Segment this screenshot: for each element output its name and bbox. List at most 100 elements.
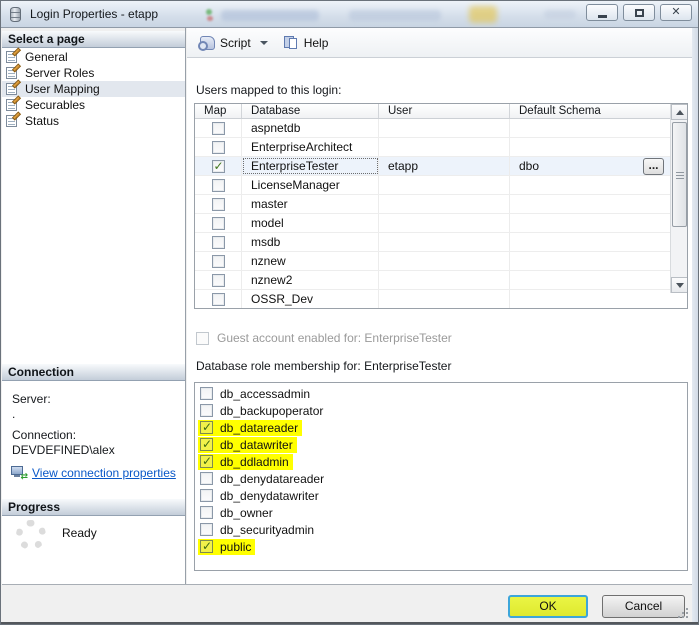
table-row[interactable]: EnterpriseTester etapp dbo ... xyxy=(195,157,670,176)
help-button-label: Help xyxy=(304,36,329,50)
user-cell[interactable] xyxy=(379,176,510,194)
table-row[interactable]: LicenseManager xyxy=(195,176,670,195)
schema-cell[interactable] xyxy=(510,271,670,289)
schema-cell[interactable] xyxy=(510,119,670,137)
role-item[interactable]: db_datawriter xyxy=(195,436,687,453)
table-row[interactable]: nznew xyxy=(195,252,670,271)
schema-cell[interactable] xyxy=(510,290,670,308)
role-item[interactable]: db_denydatareader xyxy=(195,470,687,487)
map-checkbox[interactable] xyxy=(212,122,225,135)
user-cell[interactable] xyxy=(379,119,510,137)
titlebar[interactable]: Login Properties - etapp ✕ xyxy=(1,1,699,28)
map-checkbox[interactable] xyxy=(212,198,225,211)
progress-block: Ready xyxy=(16,520,97,550)
role-checkbox[interactable] xyxy=(200,387,213,400)
users-mapped-label: Users mapped to this login: xyxy=(196,83,341,97)
column-header-map[interactable]: Map xyxy=(195,104,242,118)
table-row[interactable]: OSSR_Dev xyxy=(195,290,670,309)
schema-cell[interactable] xyxy=(510,214,670,232)
connection-label: Connection: xyxy=(12,428,185,442)
user-cell[interactable] xyxy=(379,195,510,213)
database-cell: master xyxy=(242,195,379,213)
map-checkbox[interactable] xyxy=(212,160,225,173)
table-row[interactable]: EnterpriseArchitect xyxy=(195,138,670,157)
column-header-default-schema[interactable]: Default Schema xyxy=(510,104,670,118)
map-checkbox[interactable] xyxy=(212,217,225,230)
sidebar-item-general[interactable]: General xyxy=(2,49,185,65)
user-cell[interactable] xyxy=(379,138,510,156)
scroll-down-icon[interactable] xyxy=(671,277,688,293)
role-checkbox[interactable] xyxy=(200,455,213,468)
schema-cell[interactable] xyxy=(510,195,670,213)
scroll-up-icon[interactable] xyxy=(671,104,688,120)
map-checkbox[interactable] xyxy=(212,255,225,268)
user-mapping-table: Map Database User Default Schema aspnetd… xyxy=(194,103,688,309)
role-item[interactable]: db_ddladmin xyxy=(195,453,687,470)
browse-schema-button[interactable]: ... xyxy=(643,158,664,175)
user-cell[interactable] xyxy=(379,290,510,308)
table-scrollbar[interactable] xyxy=(670,104,687,293)
sidebar-item-label: User Mapping xyxy=(25,82,100,96)
maximize-icon xyxy=(635,9,644,17)
chevron-down-icon[interactable] xyxy=(260,41,268,45)
role-checkbox[interactable] xyxy=(200,540,213,553)
column-header-user[interactable]: User xyxy=(379,104,510,118)
role-item[interactable]: db_owner xyxy=(195,504,687,521)
table-row[interactable]: nznew2 xyxy=(195,271,670,290)
user-cell[interactable] xyxy=(379,271,510,289)
map-checkbox[interactable] xyxy=(212,293,225,306)
help-button[interactable]: Help xyxy=(278,31,335,54)
window-right-frame xyxy=(692,28,699,622)
sidebar-item-user-mapping[interactable]: User Mapping xyxy=(2,81,185,97)
map-checkbox[interactable] xyxy=(212,274,225,287)
role-label: db_denydatawriter xyxy=(220,489,319,503)
schema-cell[interactable] xyxy=(510,252,670,270)
database-cell: LicenseManager xyxy=(242,176,379,194)
resize-grip-icon[interactable] xyxy=(676,606,688,618)
minimize-button[interactable] xyxy=(586,4,618,21)
column-header-database[interactable]: Database xyxy=(242,104,379,118)
spinner-icon xyxy=(16,520,46,550)
role-item[interactable]: db_securityadmin xyxy=(195,521,687,538)
role-checkbox[interactable] xyxy=(200,404,213,417)
schema-cell[interactable] xyxy=(510,138,670,156)
database-cell: msdb xyxy=(242,233,379,251)
schema-cell[interactable] xyxy=(510,233,670,251)
table-row[interactable]: msdb xyxy=(195,233,670,252)
role-item[interactable]: db_denydatawriter xyxy=(195,487,687,504)
sidebar-item-securables[interactable]: Securables xyxy=(2,97,185,113)
role-item[interactable]: db_backupoperator xyxy=(195,402,687,419)
table-row[interactable]: master xyxy=(195,195,670,214)
script-button[interactable]: Script xyxy=(194,32,274,54)
role-item[interactable]: public xyxy=(195,538,687,555)
map-checkbox[interactable] xyxy=(212,179,225,192)
role-checkbox[interactable] xyxy=(200,489,213,502)
role-checkbox[interactable] xyxy=(200,472,213,485)
map-checkbox[interactable] xyxy=(212,236,225,249)
cancel-button[interactable]: Cancel xyxy=(602,595,685,618)
sidebar-item-server-roles[interactable]: Server Roles xyxy=(2,65,185,81)
table-row[interactable]: model xyxy=(195,214,670,233)
user-cell[interactable]: etapp xyxy=(379,157,510,175)
view-connection-properties-link[interactable]: View connection properties xyxy=(32,466,176,480)
role-checkbox[interactable] xyxy=(200,506,213,519)
role-item[interactable]: db_accessadmin xyxy=(195,385,687,402)
sidebar-item-status[interactable]: Status xyxy=(2,113,185,129)
user-cell[interactable] xyxy=(379,214,510,232)
role-checkbox[interactable] xyxy=(200,523,213,536)
ok-button[interactable]: OK xyxy=(508,595,588,618)
scrollbar-thumb[interactable] xyxy=(672,122,687,227)
close-button[interactable]: ✕ xyxy=(660,4,692,21)
table-row[interactable]: aspnetdb xyxy=(195,119,670,138)
user-cell[interactable] xyxy=(379,252,510,270)
role-highlight: db_accessadmin xyxy=(198,386,314,402)
maximize-button[interactable] xyxy=(623,4,655,21)
role-checkbox[interactable] xyxy=(200,438,213,451)
role-item[interactable]: db_datareader xyxy=(195,419,687,436)
role-highlight: public xyxy=(198,539,255,555)
user-cell[interactable] xyxy=(379,233,510,251)
role-checkbox[interactable] xyxy=(200,421,213,434)
schema-cell[interactable] xyxy=(510,176,670,194)
map-checkbox[interactable] xyxy=(212,141,225,154)
guest-account-row: Guest account enabled for: EnterpriseTes… xyxy=(196,331,452,345)
